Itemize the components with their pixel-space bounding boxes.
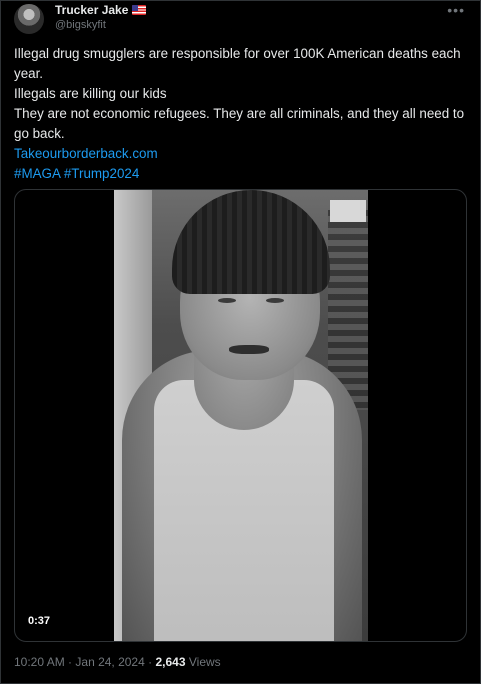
views-label: Views <box>188 655 221 669</box>
tweet-link[interactable]: Takeourborderback.com <box>14 144 469 164</box>
meta-separator: · <box>68 655 73 669</box>
more-icon[interactable]: ••• <box>447 2 465 18</box>
tweet-line-2: Illegals are killing our kids <box>14 86 167 101</box>
tweet-time[interactable]: 10:20 AM <box>14 655 65 669</box>
tweet-line-1: Illegal drug smugglers are responsible f… <box>14 46 461 81</box>
tweet-text: Illegal drug smugglers are responsible f… <box>14 44 469 184</box>
author-name[interactable]: Trucker Jake <box>55 3 128 17</box>
person-eye <box>218 298 236 303</box>
person-eye <box>266 298 284 303</box>
author-handle[interactable]: @bigskyfit <box>55 19 106 31</box>
video-duration: 0:37 <box>24 614 55 628</box>
tweet-meta: 10:20 AM · Jan 24, 2024 · 2,643 Views <box>14 655 221 669</box>
us-flag-icon <box>132 5 147 15</box>
avatar[interactable] <box>14 4 44 34</box>
person-mouth <box>229 345 269 354</box>
video-frame[interactable] <box>114 190 368 641</box>
gym-sign <box>330 200 366 222</box>
tweet-date[interactable]: Jan 24, 2024 <box>75 655 144 669</box>
author-name-row: Trucker Jake <box>55 3 147 17</box>
meta-separator: · <box>148 655 153 669</box>
person-beanie <box>172 190 330 294</box>
tweet-line-3: They are not economic refugees. They are… <box>14 106 465 141</box>
views-count: 2,643 <box>155 655 186 669</box>
video-player[interactable]: 0:37 <box>14 189 467 642</box>
tweet-hashtags[interactable]: #MAGA #Trump2024 <box>14 164 469 184</box>
